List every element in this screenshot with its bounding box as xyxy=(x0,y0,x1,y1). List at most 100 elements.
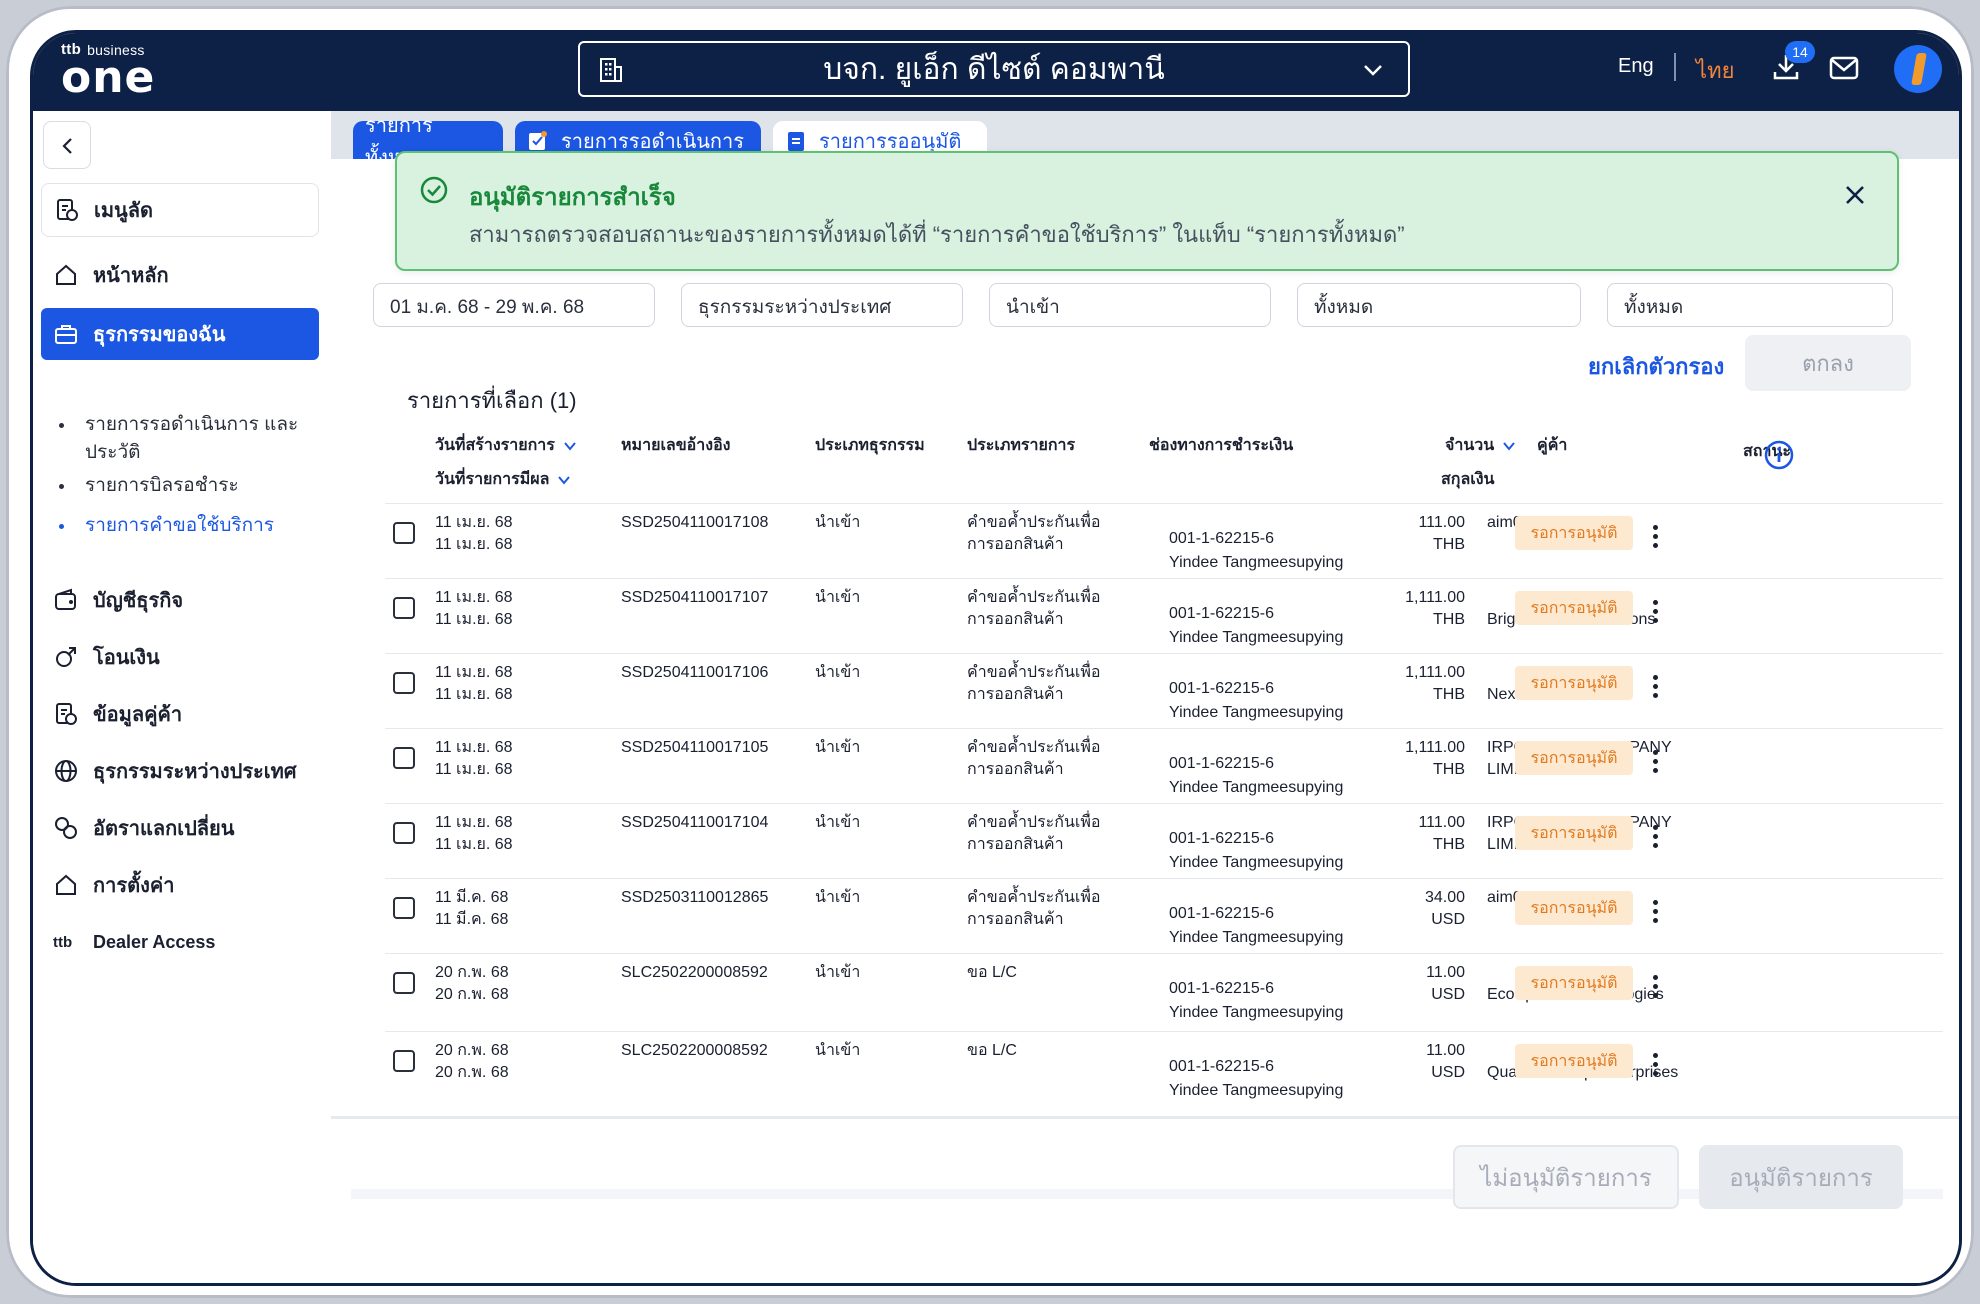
currency: THB xyxy=(1433,761,1465,778)
header-amount[interactable]: จำนวน xyxy=(1445,433,1516,458)
info-icon[interactable] xyxy=(1763,439,1795,471)
table-row[interactable]: 11 มี.ค. 68 11 มี.ค. 68 SSD2503110012865 นำ… xyxy=(385,878,1943,954)
user-avatar[interactable] xyxy=(1894,45,1942,93)
sidebar-subitem-pending-history[interactable]: รายการรอดำเนินการ และประวัติ xyxy=(59,411,315,467)
subitem-label: รายการคำขอใช้บริการ xyxy=(85,515,274,536)
sidebar-item-label: อัตราแลกเปลี่ยน xyxy=(93,818,235,840)
more-options-icon[interactable] xyxy=(1651,672,1659,702)
account-name: Yindee Tangmeesupying xyxy=(1169,629,1344,646)
created-date: 11 เม.ย. 68 xyxy=(435,514,513,531)
clear-filter-button[interactable]: ยกเลิกตัวกรอง xyxy=(1588,349,1724,384)
more-options-icon[interactable] xyxy=(1651,1050,1659,1080)
item-type-line2: การออกสินค้า xyxy=(967,911,1064,928)
row-checkbox[interactable] xyxy=(393,1050,415,1072)
item-type-line2: การออกสินค้า xyxy=(967,761,1064,778)
item-type-line1: คำขอค้ำประกันเพื่อ xyxy=(967,814,1101,831)
filter-value: ธุรกรรมระหว่างประเทศ xyxy=(698,297,892,318)
header-created-date[interactable]: วันที่สร้างรายการ xyxy=(435,433,577,458)
sidebar-item-label: ธุรกรรมของฉัน xyxy=(93,324,226,346)
item-type-line2: การออกสินค้า xyxy=(967,611,1064,628)
amount: 11.00 xyxy=(1426,1042,1465,1059)
company-selector[interactable]: บจก. ยูเอ็ก ดีไซต์ คอมพานี xyxy=(578,41,1410,97)
device-frame: ttb business one บจก. ยูเอ็ก ดีไซต์ คอมพา… xyxy=(6,6,1974,1298)
row-checkbox[interactable] xyxy=(393,822,415,844)
header-label: คู่ค้า xyxy=(1537,437,1568,454)
sidebar-item-label: ข้อมูลคู่ค้า xyxy=(93,704,183,726)
reject-button[interactable]: ไม่อนุมัติรายการ xyxy=(1453,1145,1679,1209)
brand-logo[interactable]: ttb business one xyxy=(61,41,181,103)
row-checkbox[interactable] xyxy=(393,972,415,994)
table-row[interactable]: 20 ก.พ. 68 20 ก.พ. 68 SLC2502200008592 นำเข… xyxy=(385,953,1943,1029)
table-row[interactable]: 11 เม.ย. 68 11 เม.ย. 68 SSD2504110017108 นำ… xyxy=(385,503,1943,579)
created-date: 20 ก.พ. 68 xyxy=(435,1042,509,1059)
row-checkbox[interactable] xyxy=(393,597,415,619)
lang-thai[interactable]: ไทย xyxy=(1696,53,1734,88)
item-type-filter[interactable]: ทั้งหมด xyxy=(1297,283,1581,327)
account-name: Yindee Tangmeesupying xyxy=(1169,1082,1344,1099)
account-number: 001-1-62215-6 xyxy=(1169,755,1274,772)
sidebar-item-transfer[interactable]: โอนเงิน xyxy=(41,631,319,683)
status-filter[interactable]: ทั้งหมด xyxy=(1607,283,1893,327)
mail-icon[interactable] xyxy=(1828,53,1860,83)
transaction-group-filter[interactable]: ธุรกรรมระหว่างประเทศ xyxy=(681,283,963,327)
header-effective-date[interactable]: วันที่รายการมีผล xyxy=(435,467,571,492)
check-circle-icon xyxy=(420,176,448,204)
sidebar-item-dealer-access[interactable]: ttb Dealer Access xyxy=(41,916,319,968)
briefcase-icon xyxy=(55,325,77,344)
sidebar-subitem-service-requests[interactable]: รายการคำขอใช้บริการ xyxy=(59,512,315,540)
table-row[interactable]: 11 เม.ย. 68 11 เม.ย. 68 SSD2504110017106 นำ… xyxy=(385,653,1943,729)
more-options-icon[interactable] xyxy=(1651,897,1659,927)
row-checkbox[interactable] xyxy=(393,522,415,544)
toast-message: สามารถตรวจสอบสถานะของรายการทั้งหมดได้ที่… xyxy=(469,222,1405,247)
row-checkbox[interactable] xyxy=(393,897,415,919)
sidebar-item-international[interactable]: ธุรกรรมระหว่างประเทศ xyxy=(41,745,319,797)
table-row[interactable]: 11 เม.ย. 68 11 เม.ย. 68 SSD2504110017104 นำ… xyxy=(385,803,1943,879)
close-icon[interactable] xyxy=(1843,183,1867,207)
toast-title: อนุมัติรายการสำเร็จ xyxy=(469,184,676,211)
date-range-filter[interactable]: 01 ม.ค. 68 - 29 พ.ค. 68 xyxy=(373,283,655,327)
lang-english[interactable]: Eng xyxy=(1618,55,1654,78)
sidebar-item-home[interactable]: หน้าหลัก xyxy=(41,249,319,301)
collapse-sidebar-button[interactable] xyxy=(43,121,91,169)
status-badge: รอการอนุมัติ xyxy=(1515,741,1633,775)
sidebar-item-label: โอนเงิน xyxy=(93,647,160,669)
amount: 1,111.00 xyxy=(1405,664,1465,681)
sidebar-item-partners[interactable]: ข้อมูลคู่ค้า xyxy=(41,688,319,740)
app-screen: ttb business one บจก. ยูเอ็ก ดีไซต์ คอมพา… xyxy=(30,30,1962,1286)
sidebar-item-label: หน้าหลัก xyxy=(93,265,169,287)
sidebar-item-my-transactions[interactable]: ธุรกรรมของฉัน xyxy=(41,308,319,360)
chevron-down-icon xyxy=(558,475,571,485)
more-options-icon[interactable] xyxy=(1651,972,1659,1002)
account-name: Yindee Tangmeesupying xyxy=(1169,854,1344,871)
account-number: 001-1-62215-6 xyxy=(1169,980,1274,997)
currency: USD xyxy=(1431,911,1465,928)
header-label: ประเภทธุรกรรม xyxy=(815,437,925,454)
more-options-icon[interactable] xyxy=(1651,597,1659,627)
header-label: จำนวน xyxy=(1445,437,1495,454)
table-row[interactable]: 11 เม.ย. 68 11 เม.ย. 68 SSD2504110017105 นำ… xyxy=(385,728,1943,804)
shortcut-menu[interactable]: เมนูลัด xyxy=(41,183,319,237)
table-row[interactable]: 20 ก.พ. 68 20 ก.พ. 68 SLC2502200008592 นำเข… xyxy=(385,1031,1943,1107)
reference-number: SSD2504110017106 xyxy=(621,664,769,681)
more-options-icon[interactable] xyxy=(1651,747,1659,777)
shortcut-label: เมนูลัด xyxy=(94,200,153,222)
chevron-down-icon xyxy=(1503,441,1515,451)
transaction-type-filter[interactable]: นำเข้า xyxy=(989,283,1271,327)
row-checkbox[interactable] xyxy=(393,747,415,769)
subitem-label: รายการรอดำเนินการ และประวัติ xyxy=(85,414,299,463)
header-label: ประเภทรายการ xyxy=(967,437,1076,454)
more-options-icon[interactable] xyxy=(1651,522,1659,552)
account-number: 001-1-62215-6 xyxy=(1169,605,1274,622)
currency: THB xyxy=(1433,611,1465,628)
sidebar-item-exchange-rate[interactable]: อัตราแลกเปลี่ยน xyxy=(41,802,319,854)
table-row[interactable]: 11 เม.ย. 68 11 เม.ย. 68 SSD2504110017107 นำ… xyxy=(385,578,1943,654)
row-checkbox[interactable] xyxy=(393,672,415,694)
sidebar-item-business-account[interactable]: บัญชีธุรกิจ xyxy=(41,574,319,626)
sidebar-item-settings[interactable]: การตั้งค่า xyxy=(41,859,319,911)
account-name: Yindee Tangmeesupying xyxy=(1169,704,1344,721)
more-options-icon[interactable] xyxy=(1651,822,1659,852)
sidebar-subitem-bills[interactable]: รายการบิลรอชำระ xyxy=(59,472,315,500)
reference-number: SLC2502200008592 xyxy=(621,964,768,981)
apply-filter-button[interactable]: ตกลง xyxy=(1745,335,1911,391)
approve-button[interactable]: อนุมัติรายการ xyxy=(1699,1145,1903,1209)
